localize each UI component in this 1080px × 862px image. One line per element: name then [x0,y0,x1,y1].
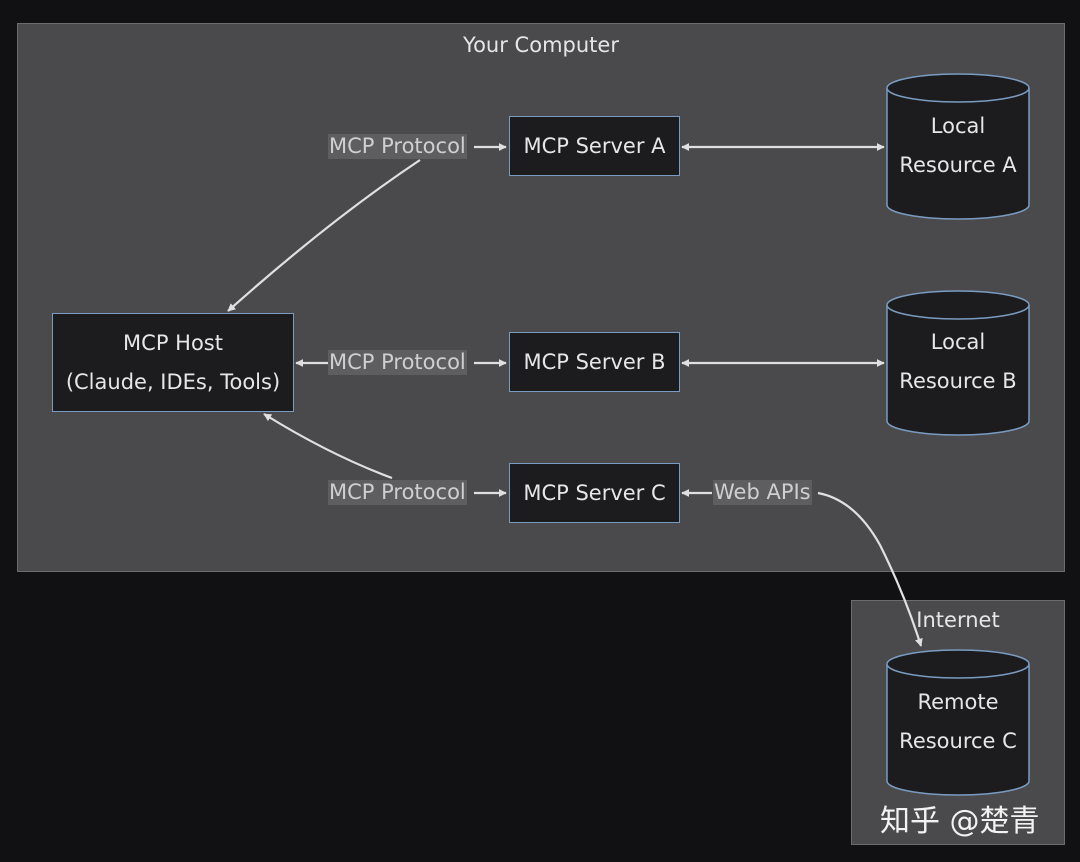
edge-label-host-server-a: MCP Protocol [328,134,467,159]
edge-label-web-apis: Web APIs [713,480,812,505]
local-resource-a-line2: Resource A [899,153,1017,177]
local-resource-b-line2: Resource B [899,369,1017,393]
local-resource-a-line1: Local [930,114,986,138]
edge-label-host-server-c: MCP Protocol [328,480,467,505]
mcp-host-node: MCP Host (Claude, IDEs, Tools) [52,313,294,412]
mcp-server-c-label: MCP Server C [523,480,666,505]
watermark: 知乎 @楚青 [880,804,1040,839]
mcp-server-c-node: MCP Server C [509,463,680,523]
local-resource-a-label: Local Resource A [887,107,1029,185]
edge-label-host-server-b: MCP Protocol [328,350,467,375]
remote-resource-c-label: Remote Resource C [887,683,1029,761]
local-resource-b-label: Local Resource B [887,323,1029,401]
mcp-server-b-label: MCP Server B [523,349,666,374]
remote-resource-c-line2: Resource C [899,729,1017,753]
mcp-server-a-label: MCP Server A [523,133,666,158]
remote-resource-c-line1: Remote [917,690,999,714]
mcp-host-line1: MCP Host [123,330,223,355]
mcp-server-a-node: MCP Server A [509,116,680,176]
local-resource-b-line1: Local [930,330,986,354]
mcp-host-line2: (Claude, IDEs, Tools) [65,369,281,394]
mcp-server-b-node: MCP Server B [509,332,680,392]
